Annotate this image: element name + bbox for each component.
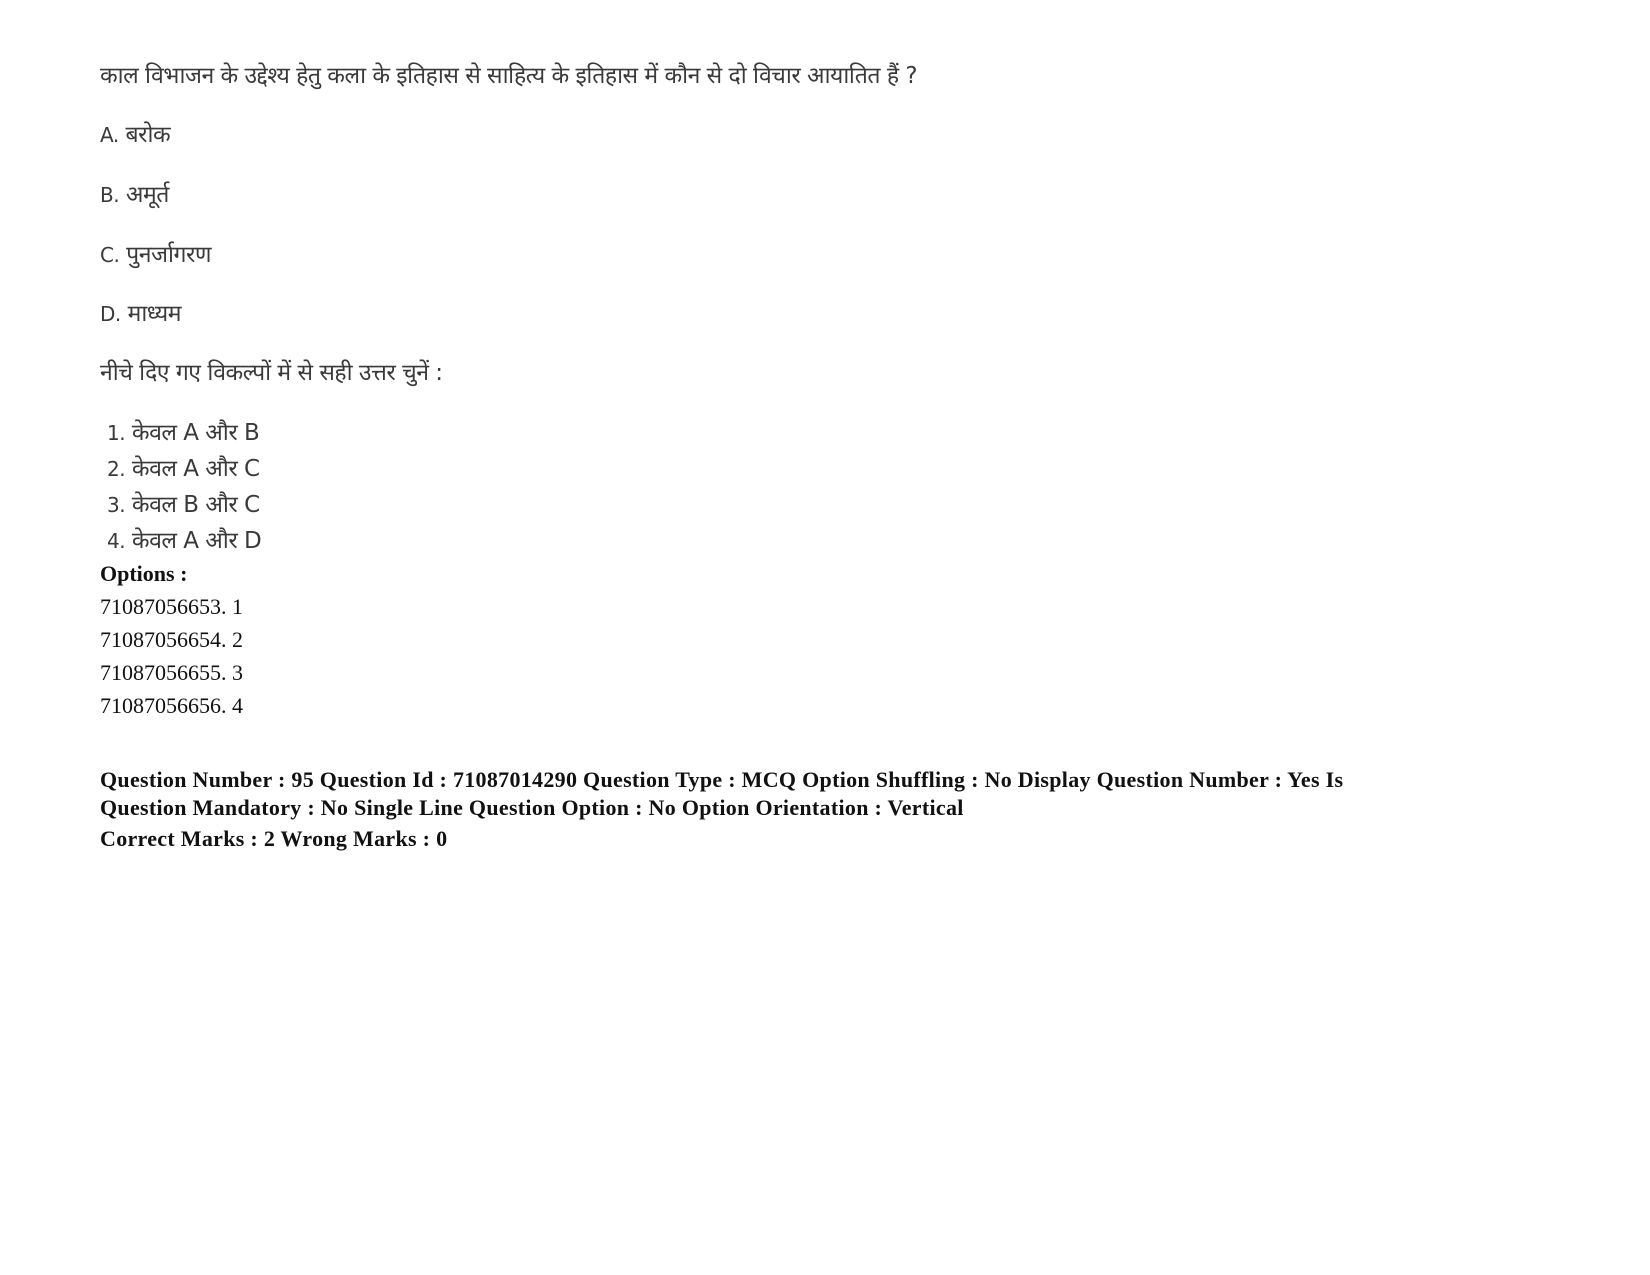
question-text: काल विभाजन के उद्देश्य हेतु कला के इतिहा… <box>100 63 918 89</box>
statement-label: D. <box>100 302 121 326</box>
question-metadata: Question Number : 95 Question Id : 71087… <box>100 767 1344 820</box>
marks-info: Correct Marks : 2 Wrong Marks : 0 <box>100 826 448 851</box>
choice-number: 2. <box>107 457 126 481</box>
choice-1: 1. केवल A और B <box>107 415 260 447</box>
option-id-row: 71087056656. 4 <box>100 693 243 718</box>
statement-b: B. अमूर्त <box>100 177 169 209</box>
option-id-row: 71087056654. 2 <box>100 627 243 652</box>
statement-label: B. <box>100 183 120 207</box>
statement-c: C. पुनर्जागरण <box>100 237 211 269</box>
choice-number: 4. <box>107 529 126 553</box>
choice-number: 1. <box>107 421 126 445</box>
instruction-text: नीचे दिए गए विकल्पों में से सही उत्तर चु… <box>100 360 443 386</box>
statement-text: बरोक <box>125 122 171 148</box>
statement-text: माध्यम <box>127 301 182 327</box>
choice-4: 4. केवल A और D <box>107 523 262 555</box>
choice-text: केवल B और C <box>131 492 260 518</box>
statement-label: A. <box>100 123 119 147</box>
choice-number: 3. <box>107 493 126 517</box>
statement-text: पुनर्जागरण <box>126 242 211 268</box>
statement-a: A. बरोक <box>100 117 171 149</box>
choice-2: 2. केवल A और C <box>107 451 260 483</box>
statement-text: अमूर्त <box>125 182 169 208</box>
choice-text: केवल A और C <box>131 456 260 482</box>
choice-3: 3. केवल B और C <box>107 487 260 519</box>
option-id-row: 71087056655. 3 <box>100 660 243 685</box>
choice-text: केवल A और B <box>131 420 260 446</box>
options-heading: Options : <box>100 561 188 586</box>
option-id-row: 71087056653. 1 <box>100 594 243 619</box>
statement-label: C. <box>100 243 120 267</box>
statement-d: D. माध्यम <box>100 296 182 328</box>
choice-text: केवल A और D <box>131 528 262 554</box>
